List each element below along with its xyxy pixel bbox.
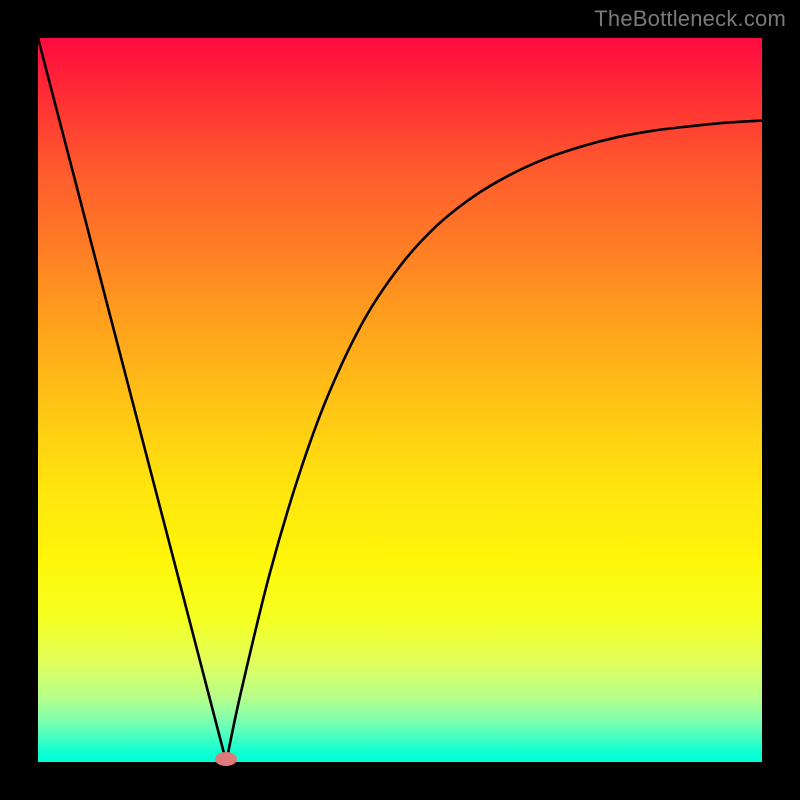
chart-frame: TheBottleneck.com	[0, 0, 800, 800]
bottleneck-curve	[38, 38, 762, 762]
curve-svg	[38, 38, 762, 762]
watermark-label: TheBottleneck.com	[594, 6, 786, 32]
plot-area	[38, 38, 762, 762]
minimum-marker	[215, 752, 237, 766]
